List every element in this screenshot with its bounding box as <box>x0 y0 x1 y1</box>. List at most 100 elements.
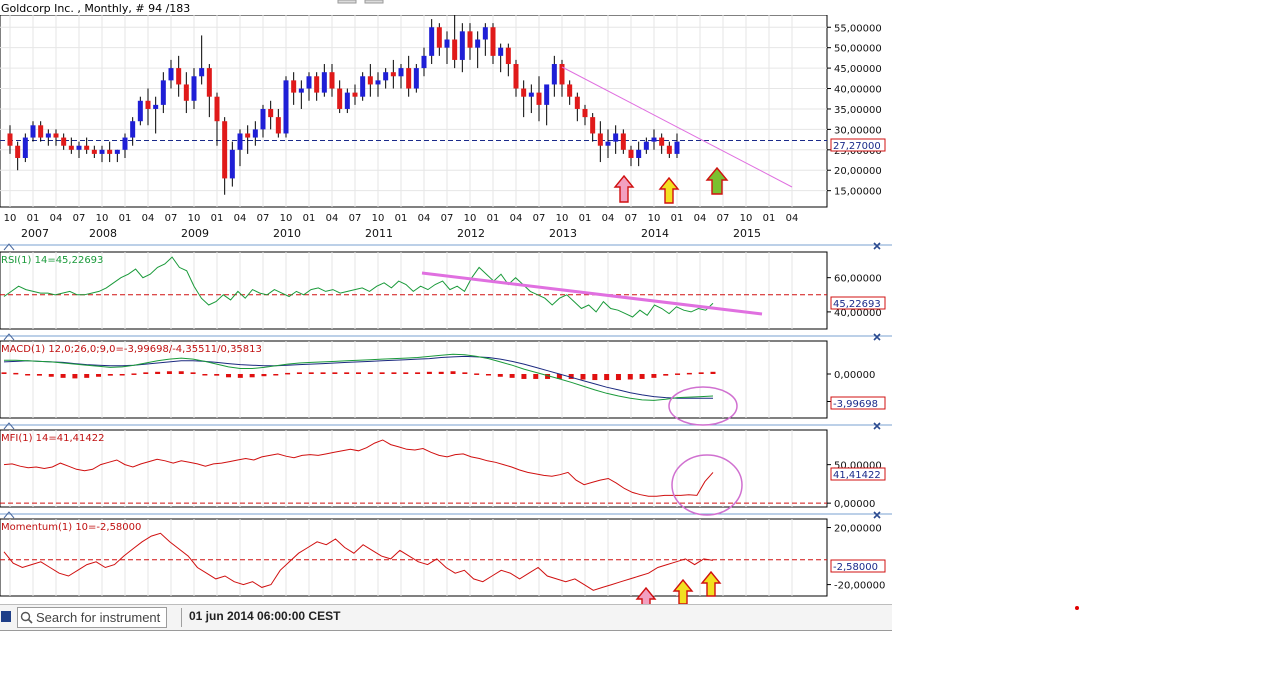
macd-histogram-bar <box>285 372 291 375</box>
macd-histogram-bar <box>474 373 480 375</box>
momentum-tick-label: 20,00000 <box>834 524 882 535</box>
price-tick-label: 15,00000 <box>834 187 882 198</box>
macd-histogram-bar <box>686 372 692 375</box>
candle-body <box>551 64 557 85</box>
candle-body <box>421 55 427 69</box>
svg-text:27,27000: 27,27000 <box>833 141 881 152</box>
candle-body <box>643 141 649 150</box>
candle-body <box>666 145 672 154</box>
macd-histogram-bar <box>273 374 279 376</box>
instrument-search-box[interactable]: Search for instrument <box>17 607 167 628</box>
macd-histogram-bar <box>332 372 338 374</box>
momentum-tick-label: -20,00000 <box>834 581 885 592</box>
macd-value-marker: -3,99698 <box>830 396 886 410</box>
month-tick-label: 01 <box>671 213 684 224</box>
macd-histogram-bar <box>119 374 125 376</box>
candle-body <box>283 80 289 134</box>
month-tick-label: 10 <box>372 213 385 224</box>
macd-histogram-bar <box>367 372 373 374</box>
candle-body <box>467 31 473 48</box>
candle-body <box>237 133 243 150</box>
candle-body <box>114 149 120 154</box>
candle-body <box>38 125 44 138</box>
svg-text:41,41422: 41,41422 <box>833 470 881 481</box>
macd-histogram-bar <box>580 374 586 380</box>
candle-body <box>475 39 481 48</box>
candle-body <box>275 117 281 134</box>
candle-body <box>222 121 228 179</box>
candle-body <box>620 133 626 150</box>
macd-histogram-bar <box>403 372 409 374</box>
candle-body <box>291 80 297 93</box>
candle-body <box>45 133 51 138</box>
macd-histogram-bar <box>485 374 491 376</box>
search-icon[interactable] <box>18 610 34 626</box>
month-tick-label: 01 <box>211 213 224 224</box>
month-tick-label: 04 <box>418 213 431 224</box>
candle-body <box>168 68 174 81</box>
month-tick-label: 01 <box>303 213 316 224</box>
candle-body <box>22 137 28 158</box>
candle-body <box>436 27 442 48</box>
candle-body <box>176 68 182 85</box>
macd-histogram-bar <box>1 372 7 374</box>
candle-body <box>160 80 166 105</box>
candle-body <box>390 72 396 77</box>
candle-body <box>352 92 358 97</box>
candle-body <box>521 88 527 97</box>
macd-histogram-bar <box>438 371 444 374</box>
mfi-tick-label: 0,00000 <box>834 499 875 510</box>
candle-body <box>321 72 327 93</box>
macd-histogram-bar <box>308 372 314 374</box>
year-label: 2015 <box>733 227 761 240</box>
toolbar-separator <box>181 608 182 627</box>
macd-histogram-bar <box>415 372 421 374</box>
last-price-marker: 27,27000 <box>830 138 886 152</box>
price-tick-label: 30,00000 <box>834 125 882 136</box>
candle-body <box>513 64 519 89</box>
month-tick-label: 10 <box>188 213 201 224</box>
candle-body <box>268 108 274 118</box>
price-panel[interactable] <box>0 14 828 208</box>
candle-body <box>444 39 450 48</box>
year-label: 2011 <box>365 227 393 240</box>
candle-body <box>459 31 465 60</box>
price-tick-label: 55,00000 <box>834 23 882 34</box>
momentum-value-marker: -2,58000 <box>830 559 886 573</box>
candle-body <box>61 137 67 146</box>
chart-title: Goldcorp Inc. , Monthly, # 94 /183 <box>1 2 190 15</box>
candle-body <box>91 149 97 154</box>
candle-body <box>107 149 113 154</box>
candle-body <box>145 100 151 109</box>
macd-histogram-bar <box>356 372 361 374</box>
candle-body <box>544 84 550 105</box>
month-tick-label: 01 <box>487 213 500 224</box>
search-input[interactable]: Search for instrument <box>36 610 160 625</box>
candle-body <box>183 84 189 101</box>
candle-body <box>76 145 82 150</box>
candle-body <box>30 125 36 138</box>
candle-body <box>329 72 335 89</box>
macd-histogram-bar <box>391 372 397 374</box>
year-label: 2013 <box>549 227 577 240</box>
rsi-value-marker: 45,22693 <box>830 296 886 310</box>
candle-body <box>674 141 680 154</box>
macd-histogram-bar <box>604 374 610 381</box>
macd-histogram-bar <box>592 374 598 381</box>
macd-histogram-bar <box>675 373 681 375</box>
macd-histogram-bar <box>533 374 539 379</box>
price-tick-label: 50,00000 <box>834 44 882 55</box>
rsi-panel[interactable] <box>0 251 828 330</box>
candle-body <box>306 76 312 89</box>
macd-histogram-bar <box>379 372 385 374</box>
month-tick-label: 01 <box>395 213 408 224</box>
macd-histogram-bar <box>143 372 149 374</box>
chart-type-button[interactable] <box>1 611 11 622</box>
macd-histogram-bar <box>48 374 54 377</box>
macd-histogram-bar <box>60 374 66 378</box>
mfi-panel[interactable] <box>0 429 828 508</box>
momentum-label: Momentum(1) 10=-2,58000 <box>1 522 141 533</box>
rsi-label: RSI(1) 14=45,22693 <box>1 255 103 266</box>
candle-body <box>252 129 258 138</box>
macd-histogram-bar <box>72 374 78 379</box>
